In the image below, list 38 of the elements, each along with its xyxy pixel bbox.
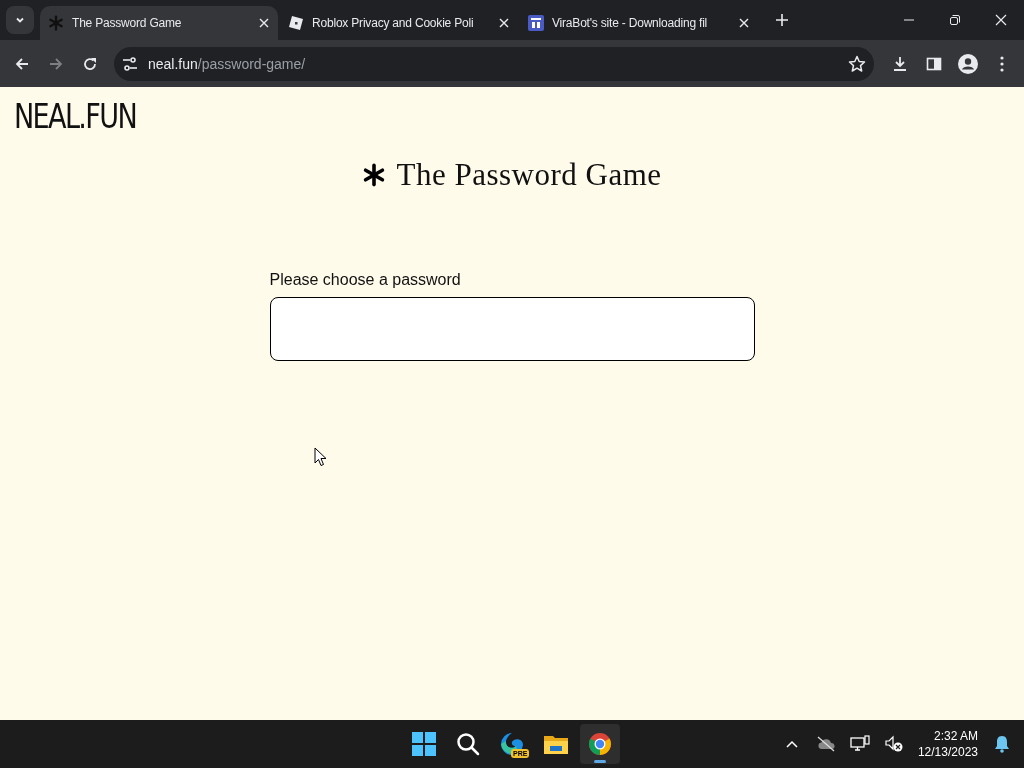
menu-icon <box>1000 55 1004 72</box>
star-icon[interactable] <box>848 54 866 73</box>
browser-tab[interactable]: ViraBot's site - Downloading fil <box>520 6 758 40</box>
browser-tab[interactable]: The Password Game <box>40 6 278 40</box>
close-icon[interactable] <box>258 17 270 29</box>
asterisk-icon <box>48 15 64 31</box>
cloud-off-icon <box>815 736 836 752</box>
profile-icon <box>958 53 978 74</box>
close-icon <box>995 14 1007 26</box>
password-field[interactable] <box>269 297 755 361</box>
folder-icon <box>543 733 569 755</box>
back-arrow-icon <box>14 55 30 72</box>
mouse-cursor-icon <box>314 447 327 467</box>
download-icon <box>892 55 908 72</box>
tab-search-button[interactable] <box>6 6 34 34</box>
site-settings-icon[interactable] <box>122 55 138 72</box>
chevron-up-icon <box>784 739 799 749</box>
network-icon <box>849 735 870 753</box>
taskbar-app[interactable] <box>580 724 620 764</box>
site-window-icon <box>528 15 544 31</box>
volume-muted-icon <box>883 735 904 753</box>
plus-icon <box>775 13 789 27</box>
search-icon <box>456 732 480 756</box>
asterisk-icon <box>362 163 387 187</box>
reload-icon <box>82 55 98 72</box>
clock[interactable]: 2:32 AM 12/13/2023 <box>913 729 982 759</box>
field-label: Please choose a password <box>269 271 461 289</box>
browser-tab[interactable]: Roblox Privacy and Cookie Poli <box>280 6 518 40</box>
close-icon[interactable] <box>738 17 750 29</box>
page-title: The Password Game <box>396 157 662 193</box>
windows-start-icon <box>412 732 436 756</box>
notification-bell-icon <box>994 735 1010 753</box>
chrome-icon <box>588 732 612 756</box>
site-logo[interactable]: NEAL.FUN <box>14 99 137 135</box>
close-icon[interactable] <box>498 17 510 29</box>
restore-icon <box>949 14 961 26</box>
side-panel-icon <box>926 55 942 72</box>
forward-arrow-icon <box>48 55 64 72</box>
